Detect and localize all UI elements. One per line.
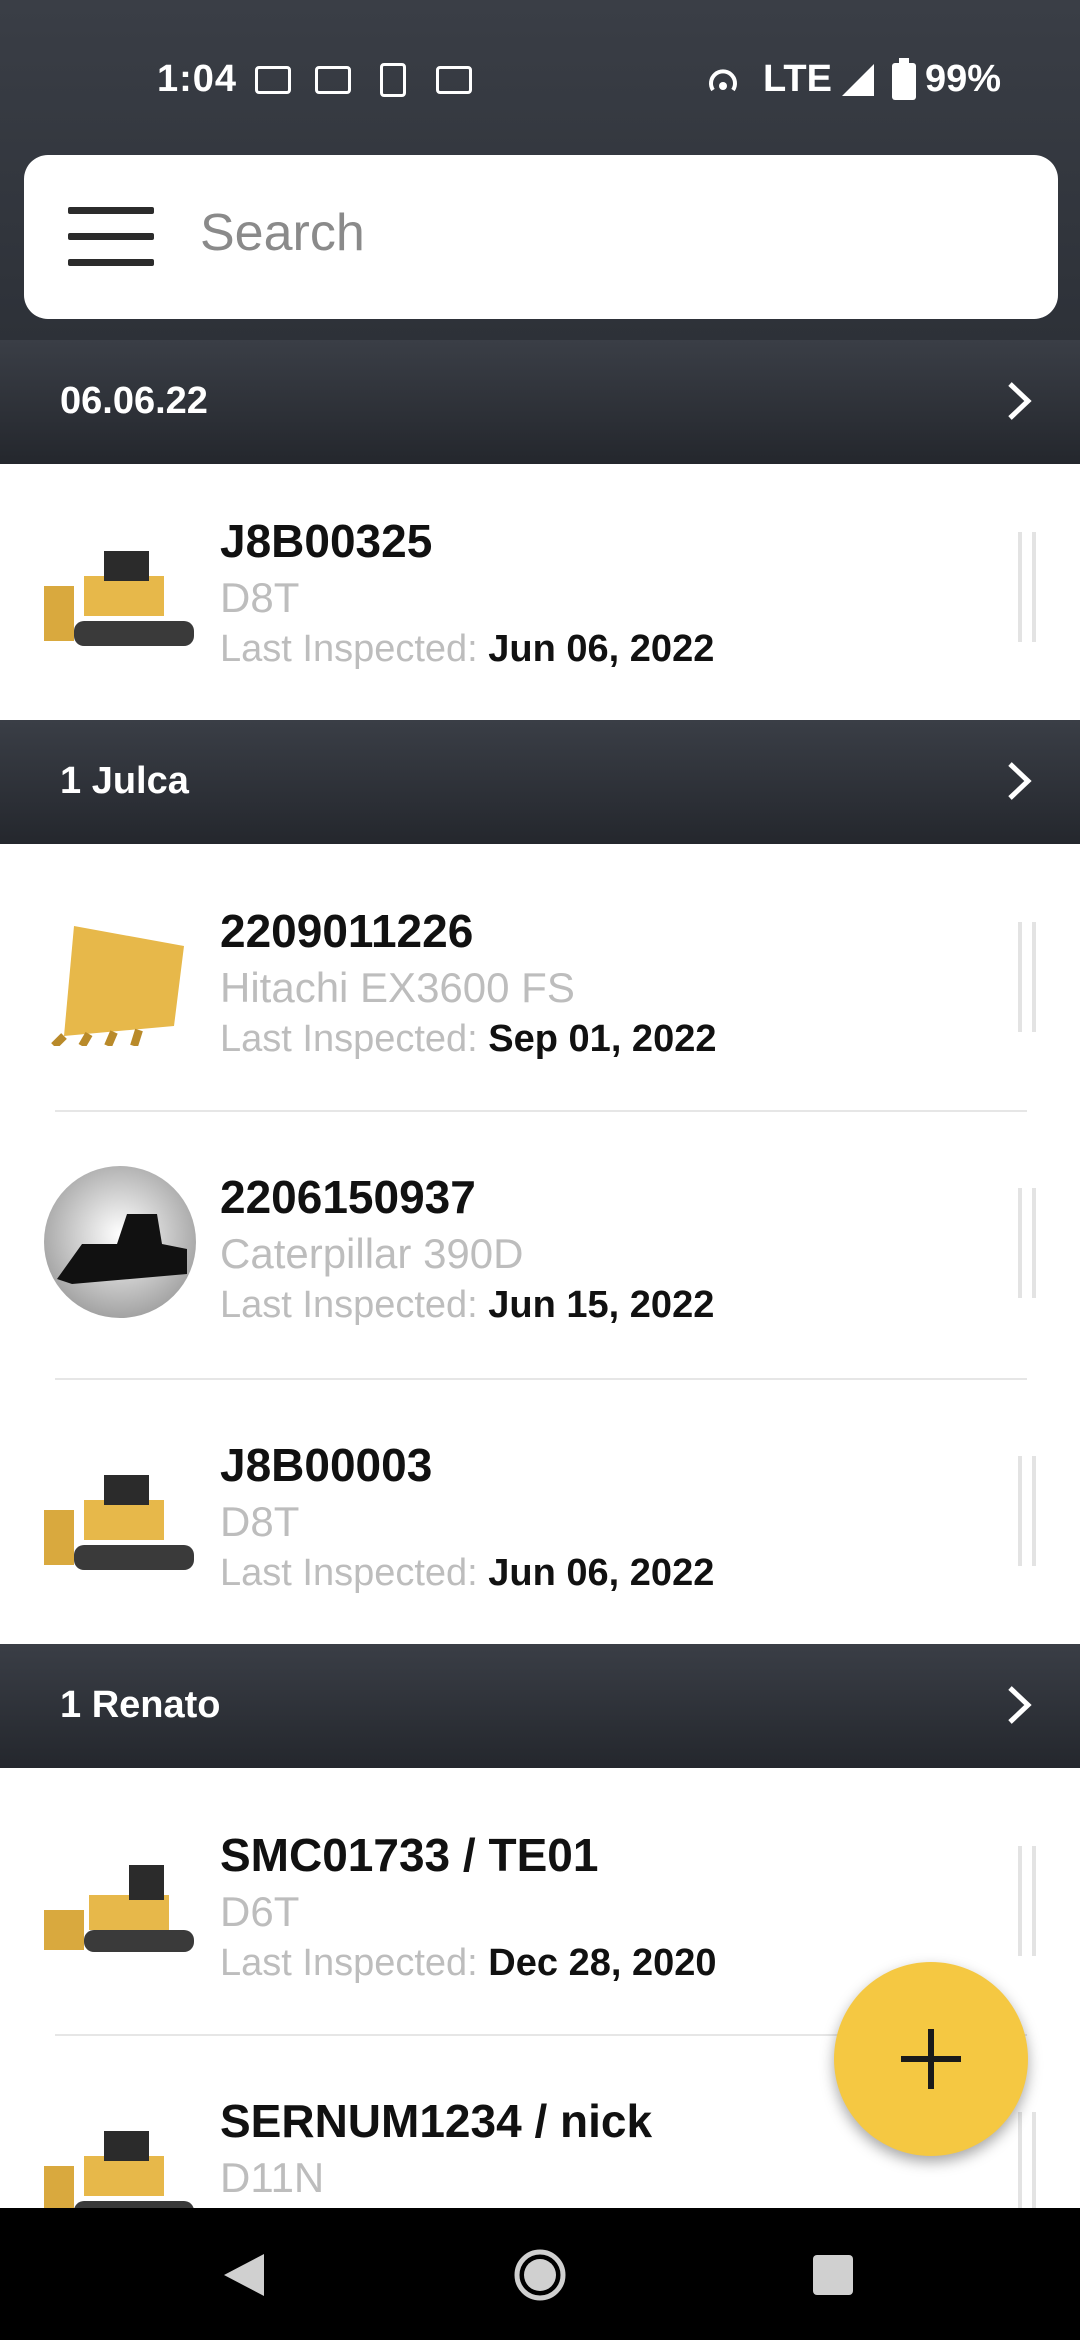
- item-serial: SMC01733 / TE01: [220, 1829, 599, 1881]
- signal-icon: [842, 64, 874, 96]
- drag-handle-icon[interactable]: [1018, 2112, 1036, 2208]
- list-item[interactable]: 2209011226 Hitachi EX3600 FS Last Inspec…: [0, 846, 1080, 1112]
- item-inspected: Last Inspected: Jun 06, 2022: [220, 628, 715, 670]
- search-input[interactable]: Search: [200, 203, 365, 263]
- chevron-right-icon: [1008, 1686, 1032, 1724]
- item-model: Caterpillar 390D: [220, 1230, 524, 1277]
- battery-percent: 99%: [925, 58, 1002, 100]
- dozer-icon: [44, 1865, 194, 1952]
- list-item[interactable]: J8B00325 D8T Last Inspected: Jun 06, 202…: [0, 456, 1080, 722]
- calendar-icon: [436, 66, 472, 94]
- list-item[interactable]: 2206150937 Caterpillar 390D Last Inspect…: [0, 1112, 1080, 1378]
- item-serial: J8B00325: [220, 515, 433, 567]
- section-title: 1 Julca: [60, 760, 189, 802]
- item-serial: J8B00003: [220, 1439, 433, 1491]
- dozer-icon: [44, 551, 194, 646]
- section-header-06-06-22[interactable]: 06.06.22: [0, 340, 1080, 464]
- network-type: LTE: [763, 58, 832, 100]
- hotspot-icon: [709, 69, 737, 92]
- section-title: 1 Renato: [60, 1684, 221, 1726]
- download-icon: [380, 63, 406, 97]
- drag-handle-icon[interactable]: [1018, 1456, 1036, 1566]
- chevron-right-icon: [1008, 762, 1032, 800]
- item-inspected: Last Inspected: Dec 28, 2020: [220, 1942, 717, 1984]
- item-inspected: Last Inspected: Jun 06, 2022: [220, 1552, 715, 1594]
- item-serial: 2209011226: [220, 905, 474, 957]
- status-bar: 1:04 LTE 99%: [0, 0, 1080, 160]
- item-serial: 2206150937: [220, 1171, 476, 1223]
- item-inspected: Last Inspected: Sep 01, 2022: [220, 1018, 717, 1060]
- home-icon[interactable]: [513, 2248, 567, 2302]
- app-header: 1:04 LTE 99% Search: [0, 0, 1080, 340]
- section-header-1-julca[interactable]: 1 Julca: [0, 720, 1080, 844]
- item-inspected: Last Inspected: Jun 15, 2022: [220, 1284, 715, 1326]
- drag-handle-icon[interactable]: [1018, 1846, 1036, 1956]
- notification-icon: [315, 66, 351, 94]
- dozer-icon: [44, 2131, 194, 2208]
- chevron-right-icon: [1008, 382, 1032, 420]
- item-model: Hitachi EX3600 FS: [220, 964, 575, 1011]
- add-button[interactable]: [834, 1962, 1028, 2156]
- item-model: D8T: [220, 1498, 300, 1545]
- status-time: 1:04: [157, 58, 238, 100]
- section-title: 06.06.22: [60, 380, 208, 422]
- item-model: D6T: [220, 1888, 300, 1935]
- dozer-silhouette-icon: [44, 1166, 196, 1318]
- search-bar[interactable]: Search: [24, 155, 1058, 319]
- bucket-icon: [51, 926, 184, 1046]
- drag-handle-icon[interactable]: [1018, 922, 1036, 1032]
- list-item[interactable]: J8B00003 D8T Last Inspected: Jun 06, 202…: [0, 1380, 1080, 1646]
- section-header-1-renato[interactable]: 1 Renato: [0, 1644, 1080, 1768]
- menu-icon[interactable]: [68, 207, 154, 267]
- dozer-icon: [44, 1475, 194, 1570]
- battery-icon: [892, 58, 916, 100]
- item-model: D8T: [220, 574, 300, 621]
- drag-handle-icon[interactable]: [1018, 1188, 1036, 1298]
- item-serial: SERNUM1234 / nick: [220, 2095, 653, 2147]
- recents-icon[interactable]: [812, 2254, 854, 2296]
- system-nav-bar: [0, 2208, 1080, 2340]
- back-icon[interactable]: [222, 2252, 266, 2298]
- drag-handle-icon[interactable]: [1018, 532, 1036, 642]
- notification-icon: [255, 66, 291, 94]
- plus-icon: [901, 2029, 961, 2089]
- item-model: D11N: [220, 2154, 325, 2201]
